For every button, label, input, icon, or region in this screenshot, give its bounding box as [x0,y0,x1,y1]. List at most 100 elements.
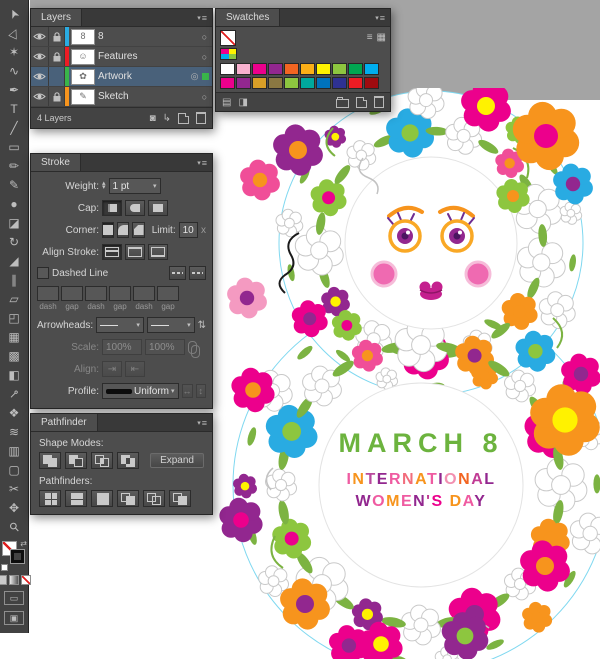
swap-arrowheads-icon[interactable]: ⇅ [198,320,206,331]
trim-button[interactable] [65,490,87,507]
drawing-mode-button[interactable]: ▭ [4,591,24,605]
color-swatch[interactable] [220,63,235,75]
perspective-grid-tool[interactable]: ▦ [2,327,26,346]
grid-view-icon[interactable]: ▦ [377,33,386,43]
visibility-toggle-eye-icon[interactable] [31,47,49,66]
layer-row[interactable]: ✿ Artwork ◎ [31,67,212,87]
limit-field[interactable]: 10 [178,222,198,238]
swatch-kinds-icon[interactable]: ◨ [238,97,247,108]
gap-field-1[interactable] [61,286,83,301]
profile-select[interactable]: Uniform ▾ [102,383,179,399]
link-scale-icon[interactable] [188,340,200,358]
swap-colors-icon[interactable]: ⇄ [20,539,27,548]
color-swatch[interactable] [236,63,251,75]
dashed-line-checkbox[interactable] [37,267,49,279]
swatch-libraries-icon[interactable]: ▤ [222,97,231,108]
dash-field-3[interactable] [133,286,155,301]
arrow-align-tip-button[interactable]: ⇥ [102,361,122,377]
none-swatch[interactable] [220,30,236,46]
free-transform-tool[interactable]: ▱ [2,289,26,308]
merge-button[interactable] [91,490,113,507]
cap-round-button[interactable] [125,200,145,216]
visibility-toggle-eye-icon[interactable] [31,67,49,86]
artboard-tool[interactable]: ▢ [2,460,26,479]
color-swatch[interactable] [252,77,267,89]
flip-across-icon[interactable]: ↕ [195,384,206,398]
rotate-tool[interactable]: ↻ [2,232,26,251]
preserve-dashes-button[interactable] [169,266,186,280]
align-dashes-button[interactable] [189,266,206,280]
zoom-tool[interactable]: ⚲ [2,517,26,536]
new-layer-icon[interactable] [178,112,189,124]
screen-mode-button[interactable]: ▣ [4,611,24,625]
arrow-scale-end-field[interactable]: 100% [145,339,185,355]
tab-pathfinder[interactable]: Pathfinder [31,414,98,431]
corner-bevel-button[interactable] [132,222,145,238]
color-swatch[interactable] [236,77,251,89]
layer-row[interactable]: ☺ Features ○ [31,47,212,67]
gap-field-2[interactable] [109,286,131,301]
divide-button[interactable] [39,490,61,507]
layer-target-icon[interactable]: ○ [197,92,212,102]
layer-row[interactable]: 8 8 ○ [31,27,212,47]
color-swatch[interactable] [300,63,315,75]
dash-field-2[interactable] [85,286,107,301]
cap-butt-button[interactable] [102,200,122,216]
layer-target-icon[interactable]: ○ [197,32,212,42]
tab-layers[interactable]: Layers [31,9,83,26]
color-swatch[interactable] [316,77,331,89]
layer-name[interactable]: Sketch [98,91,197,102]
color-swatch[interactable] [252,63,267,75]
panel-menu-icon[interactable]: ▾ ≡ [197,154,212,171]
tab-stroke[interactable]: Stroke [31,154,81,171]
arrowhead-end-select[interactable]: ▾ [146,317,195,333]
arrow-scale-start-field[interactable]: 100% [102,339,142,355]
layer-name[interactable]: Features [98,51,197,62]
expand-button[interactable]: Expand [150,453,204,468]
new-color-group-icon[interactable] [336,96,349,108]
lock-toggle-icon[interactable] [49,47,65,66]
list-view-icon[interactable]: ≡ [367,33,373,43]
pen-tool[interactable]: ✒ [2,80,26,99]
lock-toggle-icon[interactable] [49,27,65,46]
lasso-tool[interactable]: ∿ [2,61,26,80]
color-swatch[interactable] [348,63,363,75]
color-swatch[interactable] [284,63,299,75]
type-tool[interactable]: T [2,99,26,118]
gradient-button[interactable] [9,575,19,585]
line-segment-tool[interactable]: ╱ [2,118,26,137]
corner-round-button[interactable] [117,222,130,238]
make-clipping-mask-icon[interactable]: ◙ [150,113,156,124]
slice-tool[interactable]: ✂ [2,479,26,498]
new-swatch-icon[interactable] [356,96,367,108]
layer-target-icon[interactable]: ◎ [187,71,202,82]
color-swatch[interactable] [268,63,283,75]
swatch-group-icon[interactable] [220,48,237,60]
exclude-button[interactable] [117,452,139,469]
layer-row[interactable]: ✎ Sketch ○ [31,87,212,107]
paintbrush-tool[interactable]: ✏ [2,156,26,175]
pencil-tool[interactable]: ✎ [2,175,26,194]
delete-layer-icon[interactable] [196,112,206,124]
selection-tool[interactable]: ➤ [2,4,26,23]
width-tool[interactable]: ∥ [2,270,26,289]
gap-field-3[interactable] [157,286,179,301]
direct-selection-tool[interactable]: ▷ [2,23,26,42]
align-stroke-inside-button[interactable] [125,244,145,260]
cap-projecting-button[interactable] [148,200,168,216]
panel-menu-icon[interactable]: ▾ ≡ [197,9,212,26]
hand-tool[interactable]: ✥ [2,498,26,517]
default-colors-icon[interactable] [1,564,8,571]
dash-field-1[interactable] [37,286,59,301]
align-stroke-outside-button[interactable] [148,244,168,260]
intersect-button[interactable] [91,452,113,469]
delete-swatch-icon[interactable] [374,96,384,108]
blend-tool[interactable]: ❖ [2,403,26,422]
magic-wand-tool[interactable]: ✶ [2,42,26,61]
color-swatch[interactable] [284,77,299,89]
color-swatch[interactable] [268,77,283,89]
color-swatch[interactable] [316,63,331,75]
color-swatch[interactable] [364,63,379,75]
align-stroke-center-button[interactable] [102,244,122,260]
minus-front-button[interactable] [65,452,87,469]
